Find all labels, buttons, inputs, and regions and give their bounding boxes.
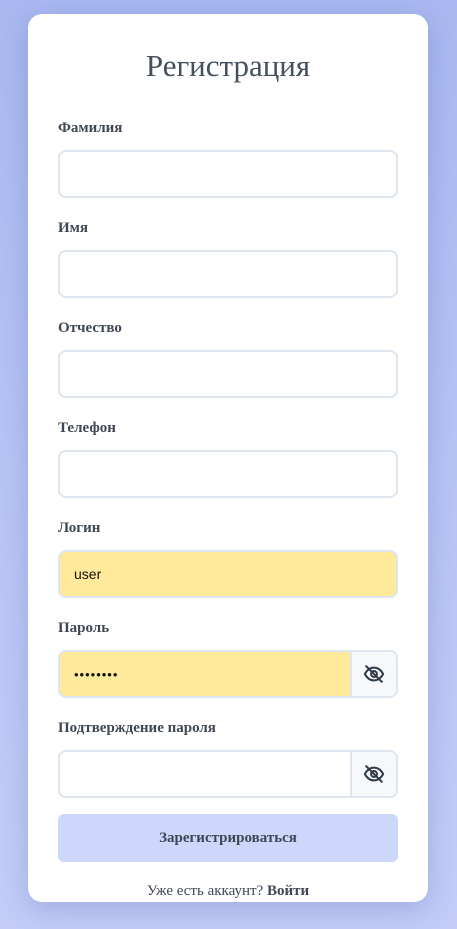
register-button[interactable]: Зарегистрироваться	[58, 814, 398, 862]
patronymic-label: Отчество	[58, 320, 122, 336]
eye-slash-icon	[363, 665, 385, 683]
login-wrapper	[58, 550, 398, 598]
password-label: Пароль	[58, 620, 110, 636]
eye-slash-icon	[363, 765, 385, 783]
confirm-password-group: Подтверждение пароля	[58, 718, 398, 798]
toggle-password-visibility-button[interactable]	[350, 652, 396, 696]
page-title: Регистрация	[145, 48, 311, 83]
last-name-group: Фамилия	[58, 118, 398, 198]
first-name-wrapper	[58, 250, 398, 298]
password-input[interactable]	[60, 652, 350, 696]
registration-card: Регистрация Фамилия Имя Отчество Телефон…	[28, 14, 428, 902]
login-input[interactable]	[60, 552, 396, 596]
password-wrapper	[58, 650, 398, 698]
last-name-input[interactable]	[60, 152, 396, 196]
login-prompt-text: Уже есть аккаунт?	[146, 883, 264, 899]
last-name-label: Фамилия	[58, 120, 123, 136]
phone-group: Телефон	[58, 418, 398, 498]
toggle-confirm-password-visibility-button[interactable]	[350, 752, 396, 796]
phone-input[interactable]	[60, 452, 396, 496]
password-group: Пароль	[58, 618, 398, 698]
login-label: Логин	[58, 520, 101, 536]
confirm-password-label: Подтверждение пароля	[58, 720, 216, 736]
last-name-wrapper	[58, 150, 398, 198]
first-name-input[interactable]	[60, 252, 396, 296]
login-prompt: Уже есть аккаунт? Войти	[58, 881, 398, 901]
phone-label: Телефон	[58, 420, 116, 436]
phone-wrapper	[58, 450, 398, 498]
first-name-group: Имя	[58, 218, 398, 298]
patronymic-wrapper	[58, 350, 398, 398]
confirm-password-input[interactable]	[60, 752, 350, 796]
login-group: Логин	[58, 518, 398, 598]
patronymic-input[interactable]	[60, 352, 396, 396]
login-link[interactable]: Войти	[267, 883, 309, 899]
patronymic-group: Отчество	[58, 318, 398, 398]
first-name-label: Имя	[58, 220, 88, 236]
confirm-password-wrapper	[58, 750, 398, 798]
